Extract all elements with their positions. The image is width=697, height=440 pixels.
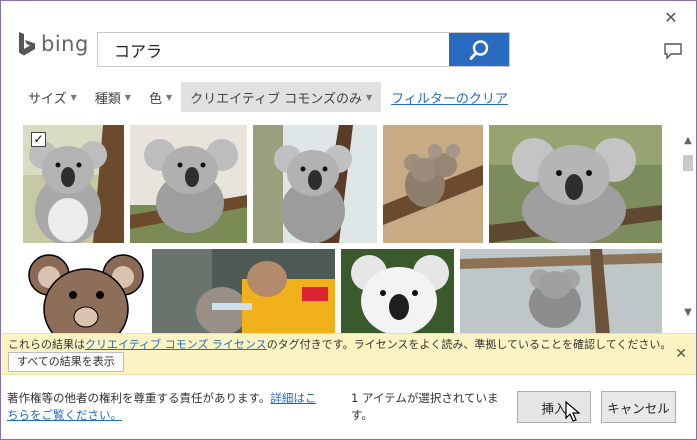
scroll-thumb[interactable] [683,155,693,171]
filter-size[interactable]: サイズ ▼ [19,82,86,112]
filter-size-label: サイズ [28,91,67,107]
filter-type[interactable]: 種類 ▼ [86,82,140,112]
result-thumbnail[interactable]: ✓ [23,125,124,243]
filter-license-label: クリエイティブ コモンズのみ [190,91,362,107]
online-pictures-dialog: ✕ bing サイズ ▼ 種類 ▼ 色 ▼ [0,0,697,440]
chevron-down-icon: ▼ [124,92,131,102]
search-box [97,32,510,67]
license-info-bar: これらの結果はクリエイティブ コモンズ ライセンスのタグ付きです。ライセンスをよ… [2,333,696,375]
rights-notice-text: 著作権等の他者の権利を尊重する責任があります。 [7,391,271,405]
mouse-pointer-icon [565,401,581,422]
filter-color[interactable]: 色 ▼ [140,82,181,112]
bing-wordmark: bing [41,32,89,56]
filter-bar: サイズ ▼ 種類 ▼ 色 ▼ クリエイティブ コモンズのみ ▼ フィルターのクリ… [19,82,508,112]
results-scrollbar[interactable]: ▲ ▼ [680,125,696,323]
result-thumbnail[interactable] [253,125,377,243]
result-thumbnail[interactable] [383,125,483,243]
show-all-results-button[interactable]: すべての結果を表示 [8,352,124,372]
feedback-icon[interactable] [662,41,684,61]
bing-logo: bing [17,31,89,57]
rights-notice: 著作権等の他者の権利を尊重する責任があります。詳細はこちらをご覧ください。 [7,390,327,424]
search-button[interactable] [449,33,509,66]
result-thumbnail[interactable] [23,249,146,333]
selected-checkbox[interactable]: ✓ [31,132,46,147]
clear-filters-link[interactable]: フィルターのクリア [381,88,508,107]
license-message: これらの結果はクリエイティブ コモンズ ライセンスのタグ付きです。ライセンスをよ… [8,336,671,352]
license-link[interactable]: クリエイティブ コモンズ ライセンス [85,338,267,351]
result-thumbnail[interactable] [130,125,247,243]
result-thumbnail[interactable] [152,249,335,333]
chevron-down-icon: ▼ [70,92,77,102]
close-icon[interactable]: ✕ [660,7,682,29]
close-icon[interactable]: ✕ [675,346,687,362]
selected-count: 1 アイテムが選択されています。 [351,391,499,422]
result-thumbnail[interactable] [489,125,662,243]
license-text-after: のタグ付きです。ライセンスをよく読み、準拠していることを確認してください。 [266,338,672,351]
search-icon [469,39,489,60]
filter-license[interactable]: クリエイティブ コモンズのみ ▼ [181,82,382,112]
result-thumbnail[interactable] [460,249,662,333]
chevron-down-icon: ▼ [365,92,373,102]
bing-b-icon [19,32,35,56]
chevron-down-icon: ▼ [165,92,173,102]
search-input[interactable] [98,33,449,66]
filter-color-label: 色 [148,91,162,107]
filter-type-label: 種類 [94,91,121,107]
result-thumbnail[interactable] [341,249,454,333]
cancel-button[interactable]: キャンセル [601,391,676,423]
license-text-before: これらの結果は [8,338,85,351]
scroll-down-icon[interactable]: ▼ [680,305,696,321]
results-grid: ✓ [1,121,679,333]
scroll-up-icon[interactable]: ▲ [680,133,696,149]
